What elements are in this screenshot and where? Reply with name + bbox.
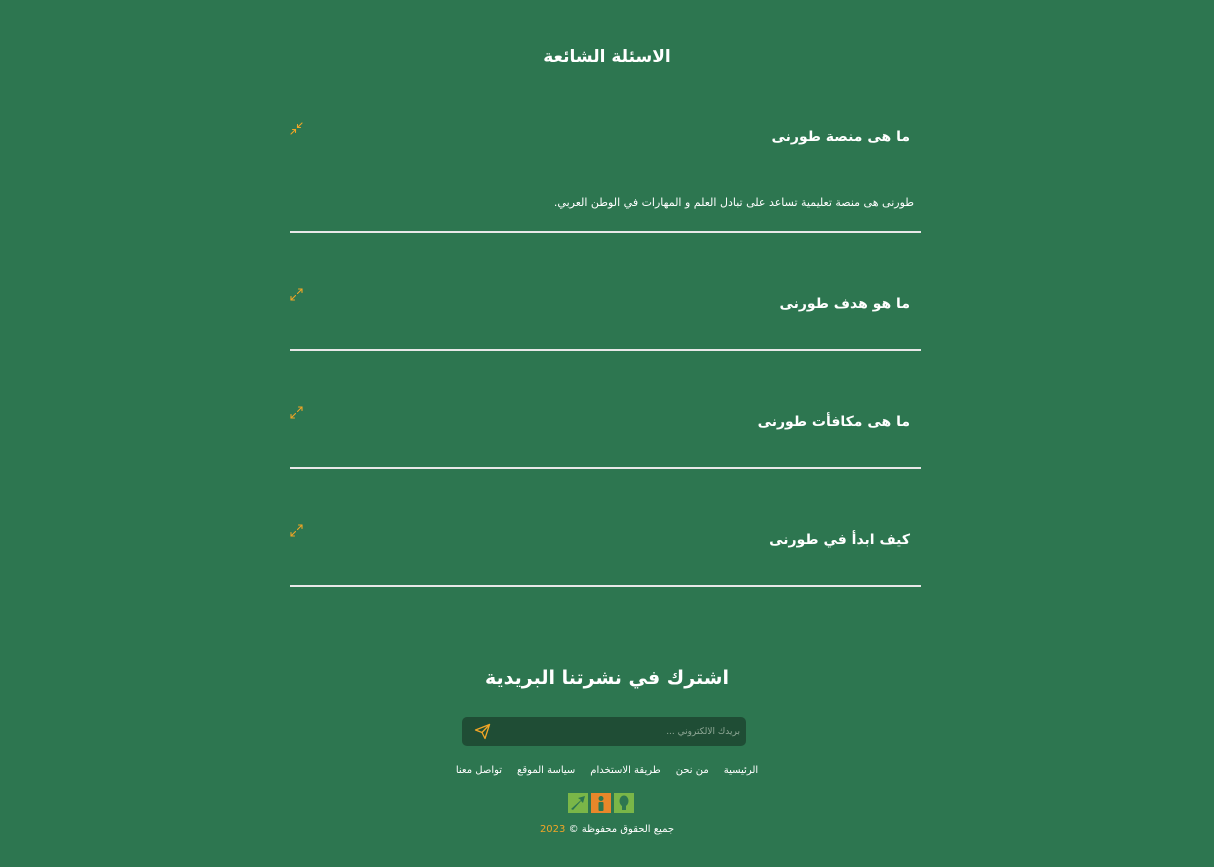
expand-icon[interactable] [290, 288, 303, 301]
footer-link-about[interactable]: من نحن [676, 765, 709, 776]
footer-link-how-to-use[interactable]: طريقة الاستخدام [590, 765, 660, 776]
logo-orange-person-icon[interactable] [591, 793, 611, 813]
logo-green-bulb-icon[interactable] [614, 793, 634, 813]
faq-item[interactable]: ما هى منصة طورنى طورنى هى منصة تعليمية ت… [290, 100, 921, 233]
faq-title: الاسئلة الشائعة [543, 47, 671, 67]
faq-question[interactable]: كيف ابدأ في طورنى [769, 532, 910, 548]
copyright-year: 2023 [539, 824, 566, 835]
footer-logos [568, 793, 634, 813]
faq-item[interactable]: ما هو هدف طورنى [290, 233, 921, 351]
logo-green-arrow-icon[interactable] [568, 793, 588, 813]
faq-list: ما هى منصة طورنى طورنى هى منصة تعليمية ت… [290, 100, 921, 587]
footer-link-contact[interactable]: تواصل معنا [456, 765, 502, 776]
faq-question[interactable]: ما هو هدف طورنى [779, 296, 910, 312]
newsletter-title: اشترك في نشرتنا البريدية [485, 667, 729, 689]
faq-question[interactable]: ما هى مكافأت طورنى [758, 414, 910, 430]
collapse-icon[interactable] [290, 122, 303, 135]
footer-link-policy[interactable]: سياسة الموقع [517, 765, 575, 776]
copyright: جميع الحقوق محفوظة © 2023 [0, 824, 1214, 835]
faq-answer: طورنى هى منصة تعليمية تساعد على تبادل ال… [553, 196, 914, 209]
newsletter-form [462, 717, 746, 746]
page: الاسئلة الشائعة ما هى منصة طورنى طورنى ه… [0, 0, 1214, 867]
footer-link-home[interactable]: الرئيسية [724, 765, 758, 776]
faq-item[interactable]: ما هى مكافأت طورنى [290, 351, 921, 469]
footer-nav: الرئيسية من نحن طريقة الاستخدام سياسة ال… [0, 765, 1214, 776]
expand-icon[interactable] [290, 524, 303, 537]
paper-plane-icon[interactable] [474, 723, 491, 740]
copyright-text: جميع الحقوق محفوظة © [568, 824, 675, 835]
faq-item[interactable]: كيف ابدأ في طورنى [290, 469, 921, 587]
expand-icon[interactable] [290, 406, 303, 419]
faq-question[interactable]: ما هى منصة طورنى [771, 129, 910, 145]
email-input[interactable] [510, 721, 740, 742]
